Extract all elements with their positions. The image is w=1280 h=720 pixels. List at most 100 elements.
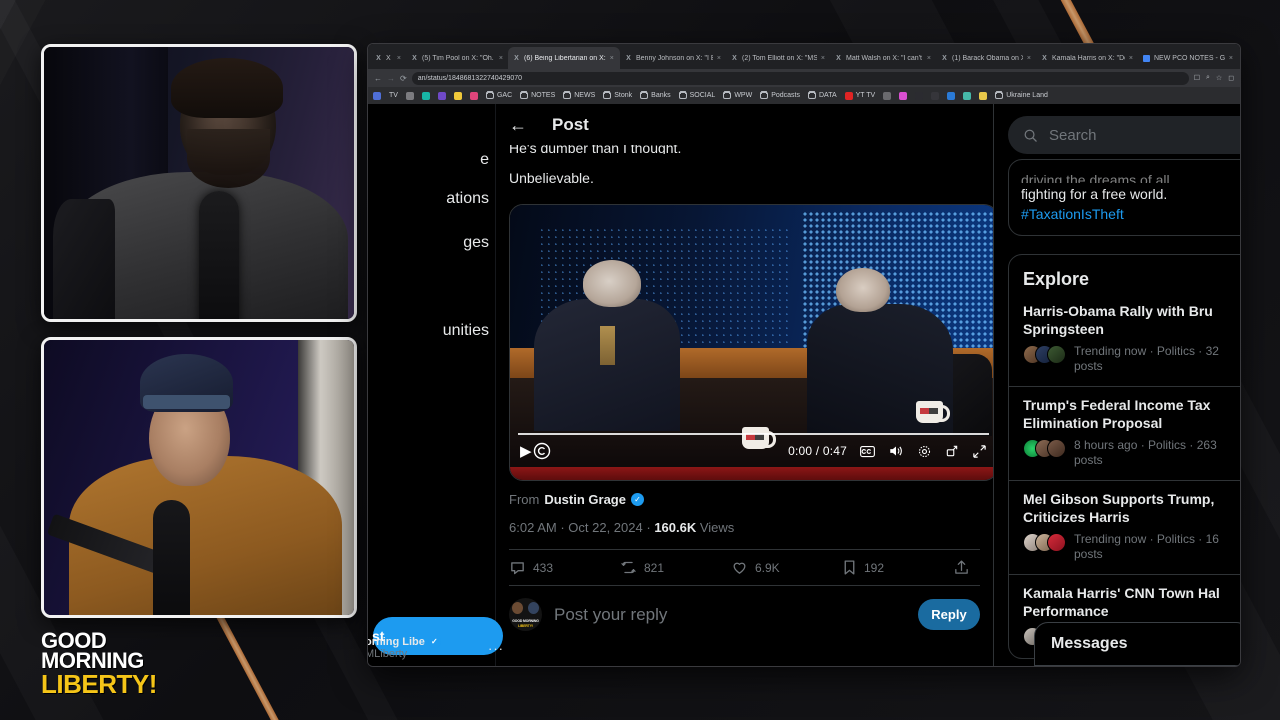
close-icon[interactable]: ×	[397, 55, 401, 62]
close-icon[interactable]: ×	[927, 55, 931, 62]
close-icon[interactable]: ×	[821, 55, 825, 62]
bookmark-item[interactable]	[979, 91, 988, 100]
close-icon[interactable]: ×	[499, 55, 503, 62]
reply-button[interactable]: Reply	[918, 599, 980, 630]
reply-count: 433	[533, 560, 554, 575]
settings-icon[interactable]	[917, 444, 932, 459]
bookmark-data[interactable]: DATA	[808, 91, 837, 99]
bookmark-item[interactable]	[437, 91, 446, 100]
bookmark-item[interactable]	[931, 91, 940, 100]
browser-tab[interactable]: X Benny Johnson on X: "I Built ×	[620, 47, 726, 69]
account-switcher[interactable]: orning Libe ✓ MLiberty ···	[368, 635, 503, 660]
x-main-column: ← Post He's dumber than I thought. Unbel…	[496, 104, 994, 666]
volume-icon[interactable]	[888, 444, 904, 458]
list-item[interactable]: Trump's Federal Income Tax Elimination P…	[1009, 386, 1240, 480]
browser-tab[interactable]: NEW PCO NOTES - Google ×	[1138, 47, 1238, 69]
share-action[interactable]	[953, 559, 970, 576]
trend-meta-line-1: 8 hours ago · Politics · 263	[1074, 438, 1217, 452]
trend-title-line-2: Springsteen	[1023, 321, 1104, 337]
zoom-icon[interactable]: ⌕	[1206, 74, 1210, 82]
share-icon[interactable]: ☐	[1194, 74, 1200, 82]
bookmark-item[interactable]	[915, 91, 924, 100]
star-icon[interactable]: ☆	[1216, 74, 1222, 82]
bookmark-item[interactable]	[469, 91, 478, 100]
from-author[interactable]: Dustin Grage	[544, 492, 626, 507]
browser-tab[interactable]: X Kamala Harris on X: "Donald ×	[1036, 47, 1138, 69]
browser-tab[interactable]: X (2) Tom Elliott on X: "MSNB ×	[726, 47, 830, 69]
video-time-label: 0:00 / 0:47	[788, 444, 847, 458]
bookmark-ukraine-land[interactable]: Ukraine Land	[995, 91, 1048, 99]
bookmark-wpw[interactable]: WPW	[723, 91, 752, 99]
play-icon[interactable]: ▶	[520, 442, 532, 460]
bookmark-label: SOCIAL	[689, 92, 716, 99]
address-input[interactable]: an/status/1848681322740429070	[411, 71, 1189, 85]
trend-meta-line-1: Trending now · Politics · 32	[1074, 344, 1219, 358]
trend-title-line-1: Trump's Federal Income Tax	[1023, 397, 1211, 413]
browser-tab[interactable]: X Matt Walsh on X: "I can't ima ×	[830, 47, 936, 69]
bookmark-banks[interactable]: Banks	[640, 91, 671, 99]
bookmark-item[interactable]	[453, 91, 462, 100]
sidebar-item-communities[interactable]: unities	[443, 322, 489, 340]
close-icon[interactable]: ×	[610, 55, 614, 62]
close-icon[interactable]: ×	[1129, 55, 1133, 62]
site-favicon-icon	[453, 91, 462, 100]
promo-clipped-line: driving the dreams of all	[1021, 172, 1170, 183]
promo-card[interactable]: driving the dreams of all fighting for a…	[1008, 159, 1240, 236]
address-text: an/status/1848681322740429070	[417, 74, 523, 82]
bookmark-social[interactable]: SOCIAL	[678, 91, 716, 99]
sidebar-item-notifications[interactable]: ations	[446, 190, 489, 208]
browser-tab[interactable]: X X (5) Tim Pool on X: "Oh, My. ×	[370, 47, 406, 69]
bookmark-item[interactable]	[421, 91, 430, 100]
back-arrow-icon[interactable]: ←	[509, 116, 527, 134]
trend-avatars	[1023, 344, 1066, 364]
bookmark-action[interactable]: 192	[842, 559, 953, 576]
bookmark-notes[interactable]: NOTES	[520, 91, 555, 99]
repost-action[interactable]: 821	[620, 559, 731, 576]
post-video-player[interactable]: ▶ 0:00 / 0:47	[509, 204, 993, 481]
trend-meta: Trending now · Politics · 16 posts	[1023, 532, 1240, 562]
bookmark-item[interactable]	[405, 91, 414, 100]
avatar[interactable]: GOOD MORNING LIBERTY!	[509, 598, 542, 631]
bookmark-item[interactable]	[947, 91, 956, 100]
like-action[interactable]: 6.9K	[731, 559, 842, 576]
site-favicon-icon	[915, 91, 924, 100]
bookmark-item[interactable]	[963, 91, 972, 100]
reload-icon[interactable]: ⟳	[400, 74, 407, 83]
forward-nav-icon[interactable]: →	[387, 74, 395, 83]
bookmark-yt-tv[interactable]: YT TV	[844, 91, 875, 100]
post-action-bar: 433 821 6.9K 192	[509, 549, 980, 586]
bookmark-tv[interactable]: TV	[389, 92, 398, 99]
search-box[interactable]: Search	[1008, 116, 1240, 154]
list-item[interactable]: Mel Gibson Supports Trump, Criticizes Ha…	[1009, 480, 1240, 574]
sidebar-item-home[interactable]: e	[480, 151, 489, 169]
sidebar-item-messages[interactable]: ges	[463, 234, 489, 252]
browser-tab[interactable]: X(2) Exp×	[1238, 47, 1240, 69]
reply-action[interactable]: 433	[509, 559, 620, 576]
bookmark-news[interactable]: NEWS	[563, 91, 595, 99]
close-icon[interactable]: ×	[1229, 55, 1233, 62]
cc-icon[interactable]	[860, 445, 875, 458]
reply-input[interactable]: Post your reply	[554, 605, 906, 625]
browser-tab[interactable]: X (5) Tim Pool on X: "Oh. My. ×	[406, 47, 508, 69]
pip-icon[interactable]	[945, 444, 959, 458]
bookmark-item[interactable]	[899, 91, 908, 100]
x-logo-icon: X	[942, 54, 947, 62]
back-nav-icon[interactable]: ←	[374, 74, 382, 83]
promo-hashtag[interactable]: #TaxationIsTheft	[1021, 204, 1240, 224]
close-icon[interactable]: ×	[717, 55, 721, 62]
bookmark-item[interactable]	[883, 91, 892, 100]
fullscreen-icon[interactable]	[972, 444, 987, 459]
like-count: 6.9K	[755, 560, 780, 575]
browser-url-bar: ← → ⟳ an/status/1848681322740429070 ☐ ⌕ …	[368, 69, 1240, 87]
messages-dock[interactable]: Messages	[1034, 622, 1240, 666]
bookmark-item[interactable]	[373, 91, 381, 100]
bookmark-stonk[interactable]: Stonk	[603, 91, 632, 99]
close-icon[interactable]: ×	[1027, 55, 1031, 62]
list-item[interactable]: Harris-Obama Rally with Bru Springsteen …	[1009, 300, 1240, 386]
browser-tab[interactable]: X (6) Being Libertarian on X: ×	[508, 47, 620, 69]
bookmark-gac[interactable]: GAC	[485, 91, 512, 99]
bookmark-podcasts[interactable]: Podcasts	[760, 91, 800, 99]
profile-icon[interactable]: ◻	[1228, 74, 1234, 82]
logo-line-3: LIBERTY!	[41, 668, 157, 699]
browser-tab[interactable]: X (1) Barack Obama on X: "Tru ×	[936, 47, 1036, 69]
